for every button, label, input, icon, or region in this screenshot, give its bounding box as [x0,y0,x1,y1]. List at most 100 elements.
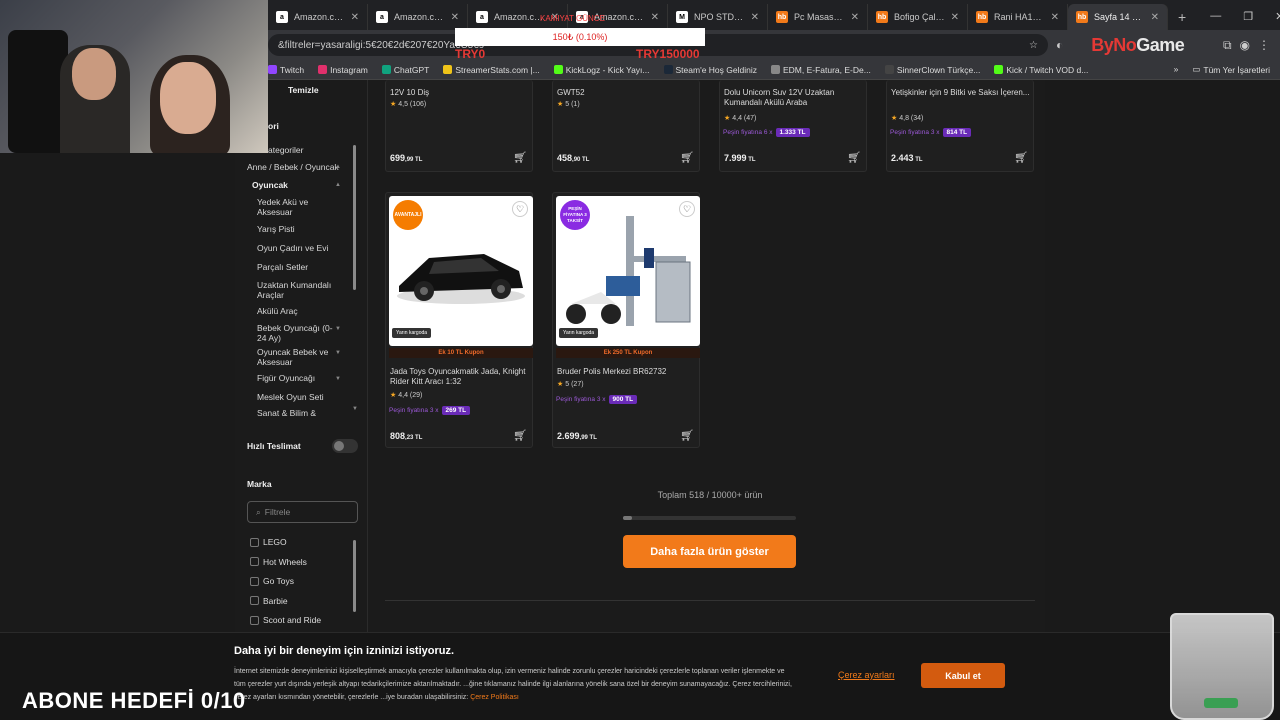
add-to-cart-icon[interactable]: 🛒︎ [513,429,527,442]
close-window-icon[interactable]: ✕ [1275,10,1280,23]
product-card[interactable]: Yetişkinler için 9 Bitki ve Saksı İçeren… [886,80,1034,172]
brand-checkbox-row[interactable]: Barbie [250,596,288,606]
product-card[interactable]: ♡ PEŞİN FİYATINA 3 TAKSİT Yarın kargoda Ek … [552,192,700,448]
brand-checkbox-row[interactable]: LEGO [250,537,287,547]
add-to-cart-icon[interactable]: 🛒︎ [513,151,527,164]
bookmark-item[interactable]: Instagram [318,65,368,75]
product-image[interactable]: ♡ PEŞİN FİYATINA 3 TAKSİT Yarın kargoda [556,196,700,346]
bookmark-item[interactable]: EDM, E-Fatura, E-De... [770,65,871,75]
close-tab-icon[interactable]: ✕ [851,12,859,23]
cookie-settings-link[interactable]: Çerez ayarları [838,670,895,680]
bookmark-item[interactable]: Twitch [268,65,304,75]
subcategory-item[interactable]: Yedek Akü ve Aksesuar [257,197,337,217]
tab-5[interactable]: hb Pc Masası Fiyat ✕ [768,4,868,30]
subcategory-item[interactable]: Uzaktan Kumandalı Araçlar [257,280,337,300]
product-image[interactable]: ♡ AVANTAJLI Yarın kargoda [389,196,533,346]
product-card[interactable]: GWT52 ★ 5 (1) 458,90 TL 🛒︎ [552,80,700,172]
all-bookmarks[interactable]: ▭ Tüm Yer İşaretleri [1192,64,1270,75]
tab-4[interactable]: M NPO STD191LV ✕ [668,4,768,30]
tab-0[interactable]: a Amazon.com.tr ✕ [268,4,368,30]
fast-delivery-toggle[interactable] [332,439,358,453]
bookmark-favicon-icon [553,65,563,74]
menu-icon[interactable]: ⋮ [1258,38,1280,52]
add-to-cart-icon[interactable]: 🛒︎ [680,151,694,164]
load-more-button[interactable]: Daha fazla ürün göster [623,535,796,568]
tab-7[interactable]: hb Rani HA122 LE ✕ [968,4,1068,30]
favorite-heart-icon[interactable]: ♡ [679,201,695,217]
subcategory-item[interactable]: Akülü Araç [257,306,337,316]
favorite-heart-icon[interactable]: ♡ [512,201,528,217]
tab-6[interactable]: hb Bofigo Çalışma ✕ [868,4,968,30]
close-tab-icon[interactable]: ✕ [451,12,459,23]
add-to-cart-icon[interactable]: 🛒︎ [847,151,861,164]
bookmark-item[interactable]: ChatGPT [381,65,429,75]
new-tab-icon[interactable]: + [1168,9,1196,30]
minimize-icon[interactable]: — [1210,10,1221,23]
product-total: Toplam 518 / 10000+ ürün [657,490,763,500]
subcategory-item[interactable]: Sanat & Bilim & [257,408,337,418]
subcategory-item[interactable]: Parçalı Setler [257,262,337,272]
product-title[interactable]: Dolu Unicorn Suv 12V Uzaktan Kumandalı A… [724,88,864,108]
divider [385,600,1035,601]
subcategory-item[interactable]: Bebek Oyuncağı (0-24 Ay) [257,323,337,343]
close-tab-icon[interactable]: ✕ [951,12,959,23]
accept-cookies-button[interactable]: Kabul et [921,663,1005,688]
tip-jar-overlay [1170,613,1274,720]
add-to-cart-icon[interactable]: 🛒︎ [680,429,694,442]
category-parent[interactable]: Anne / Bebek / Oyuncak [247,162,339,172]
product-card[interactable]: ♡ AVANTAJLI Yarın kargoda Ek 10 TL Kupon Jad… [385,192,533,448]
extensions-icon[interactable]: ⧉ [1223,38,1232,53]
product-title[interactable]: Yetişkinler için 9 Bitki ve Saksı İçeren… [891,88,1031,98]
checkbox[interactable] [250,576,259,586]
subcategory-item[interactable]: Yarış Pisti [257,224,337,234]
subcategory-item[interactable]: Oyun Çadırı ve Evi [257,243,337,253]
close-tab-icon[interactable]: ✕ [1151,12,1159,23]
bookmark-item[interactable]: Steam'e Hoş Geldiniz [663,65,757,75]
brand-scrollbar[interactable] [353,540,356,612]
subcategory-item[interactable]: Meslek Oyun Seti [257,392,337,402]
close-tab-icon[interactable]: ✕ [651,12,659,23]
scroll-down-icon[interactable]: ▼ [352,406,358,412]
checkbox[interactable] [250,596,259,605]
bookmarks-overflow-icon[interactable]: » [1174,64,1179,75]
folder-icon: ▭ [1192,64,1201,74]
checkbox[interactable] [250,557,259,566]
product-card[interactable]: Dolu Unicorn Suv 12V Uzaktan Kumandalı A… [719,80,867,172]
product-title[interactable]: GWT52 [557,88,697,98]
brand-checkbox-row[interactable]: Scoot and Ride [250,615,321,625]
bookmark-item[interactable]: Kick / Twitch VOD d... [994,65,1088,75]
category-current[interactable]: Oyuncak [252,180,288,190]
bookmark-item[interactable]: StreamerStats.com |... [443,65,540,75]
subcategory-item[interactable]: Figür Oyuncağı [257,373,337,383]
cookie-policy-link[interactable]: Çerez Politikası [470,694,519,701]
bookmark-item[interactable]: KickLogz - Kick Yayı... [553,65,650,75]
product-title[interactable]: 12V 10 Diş [390,88,530,98]
extension-icon[interactable]: ◐ [1056,38,1063,52]
checkbox[interactable] [250,615,259,625]
bookmark-item[interactable]: SinnerClown Türkçe... [884,65,980,75]
product-title[interactable]: Jada Toys Oyuncakmatik Jada, Knight Ride… [390,367,530,387]
maximize-icon[interactable]: ❐ [1243,10,1253,23]
delivery-badge: Yarın kargoda [392,328,432,338]
close-tab-icon[interactable]: ✕ [751,12,759,23]
product-card[interactable]: 12V 10 Diş ★ 4,5 (106) 699,99 TL 🛒︎ [385,80,533,172]
product-title[interactable]: Bruder Polis Merkezi BR62732 [557,367,697,377]
favicon-icon: hb [976,11,988,23]
bookmark-favicon-icon [318,65,328,74]
tab-8[interactable]: hb Sayfa 14 – oyu ✕ [1068,4,1168,30]
close-tab-icon[interactable]: ✕ [351,12,359,23]
profile-icon[interactable]: ◉ [1240,38,1250,52]
star-icon: ★ [390,101,397,108]
add-to-cart-icon[interactable]: 🛒︎ [1014,151,1028,164]
brand-checkbox-row[interactable]: Hot Wheels [250,557,307,567]
brand-checkbox-row[interactable]: Go Toys [250,576,294,586]
clear-filters-link[interactable]: Temizle [288,85,319,95]
checkbox[interactable] [250,537,259,547]
brand-filter-input[interactable]: ⌕ Filtrele [247,501,358,523]
subcategory-item[interactable]: Oyuncak Bebek ve Aksesuar [257,347,337,367]
tab-1[interactable]: a Amazon.com.tr ✕ [368,4,468,30]
category-scrollbar[interactable] [353,145,356,290]
all-categories-link[interactable]: ategoriler [268,145,303,155]
close-tab-icon[interactable]: ✕ [1051,12,1059,23]
bookmark-star-icon[interactable]: ☆ [1029,40,1038,51]
